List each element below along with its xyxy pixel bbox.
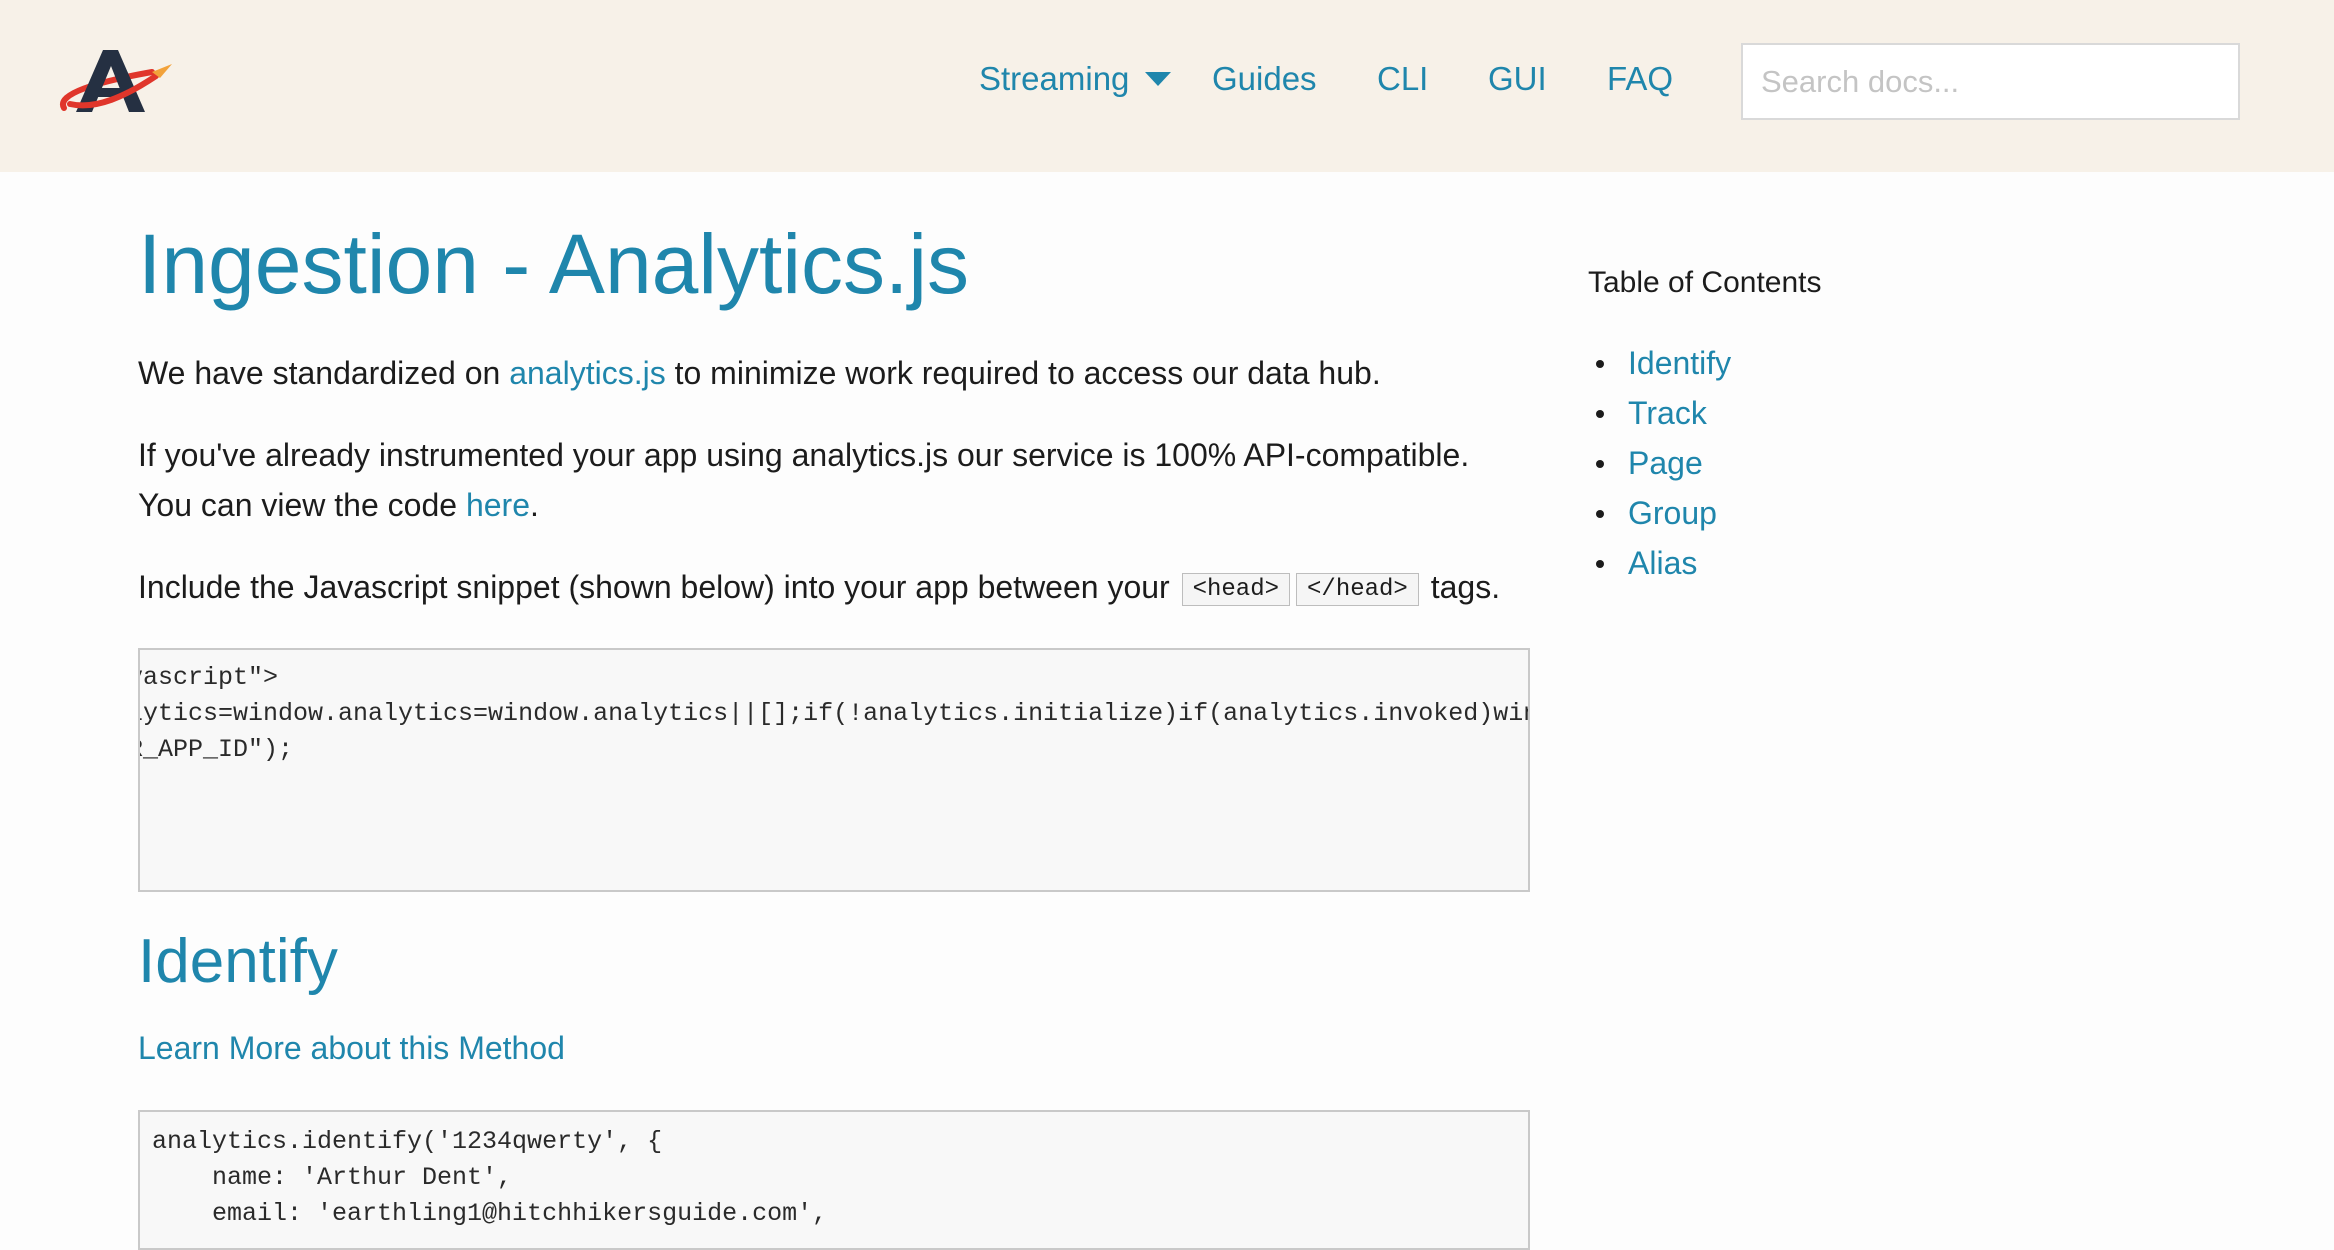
chevron-down-icon[interactable] bbox=[1145, 72, 1172, 87]
identify-code-block[interactable]: analytics.identify('1234qwerty', { name:… bbox=[138, 1110, 1530, 1250]
search-input[interactable] bbox=[1741, 43, 2240, 120]
bullet-icon bbox=[1596, 360, 1604, 368]
toc-list: Identify Track Page Group Alias bbox=[1588, 338, 1731, 588]
learn-more-link[interactable]: Learn More about this Method bbox=[138, 1026, 565, 1070]
nav-guides[interactable]: Guides bbox=[1212, 56, 1317, 102]
code-line: analytics.identify('1234qwerty', { bbox=[152, 1127, 663, 1156]
compat-text-before: You can view the code bbox=[138, 487, 466, 523]
table-of-contents: Table of Contents Identify Track Page Gr… bbox=[1588, 258, 2088, 581]
bullet-icon bbox=[1596, 460, 1604, 468]
toc-link-track[interactable]: Track bbox=[1628, 395, 1707, 431]
toc-link-group[interactable]: Group bbox=[1628, 495, 1717, 531]
identify-code: analytics.identify('1234qwerty', { name:… bbox=[140, 1112, 1528, 1232]
toc-link-identify[interactable]: Identify bbox=[1628, 345, 1731, 381]
include-paragraph: Include the Javascript snippet (shown be… bbox=[138, 562, 1500, 618]
toc-item-page: Page bbox=[1588, 438, 1731, 488]
toc-item-group: Group bbox=[1588, 488, 1731, 538]
logo-icon[interactable] bbox=[56, 46, 174, 116]
toc-link-page[interactable]: Page bbox=[1628, 445, 1703, 481]
code-line: lytics=window.analytics=window.analytics… bbox=[138, 699, 1530, 728]
intro-text-before: We have standardized on bbox=[138, 355, 510, 391]
intro-paragraph: We have standardized on analytics.js to … bbox=[138, 348, 1381, 398]
head-close-code: </head> bbox=[1296, 573, 1419, 606]
code-line: vascript"> bbox=[138, 663, 279, 692]
include-text-before: Include the Javascript snippet (shown be… bbox=[138, 569, 1179, 605]
include-text-after: tags. bbox=[1421, 569, 1501, 605]
toc-item-alias: Alias bbox=[1588, 538, 1731, 588]
view-code-link[interactable]: here bbox=[466, 487, 530, 523]
code-line: R_APP_ID"); bbox=[138, 735, 294, 764]
intro-text-after: to minimize work required to access our … bbox=[665, 355, 1381, 391]
site-header: Streaming Guides CLI GUI FAQ bbox=[0, 0, 2334, 172]
toc-title: Table of Contents bbox=[1588, 266, 1822, 299]
analytics-js-link[interactable]: analytics.js bbox=[509, 355, 666, 391]
compat-paragraph-line1: If you've already instrumented your app … bbox=[138, 437, 1470, 473]
code-line: email: 'earthling1@hitchhikersguide.com'… bbox=[152, 1199, 828, 1228]
toc-link-alias[interactable]: Alias bbox=[1628, 545, 1697, 581]
identify-heading: Identify bbox=[138, 927, 338, 996]
snippet-code: vascript"> lytics=window.analytics=window… bbox=[138, 650, 1530, 768]
nav-faq[interactable]: FAQ bbox=[1607, 56, 1673, 102]
head-open-code: <head> bbox=[1181, 573, 1291, 606]
nav-gui[interactable]: GUI bbox=[1488, 56, 1547, 102]
toc-item-track: Track bbox=[1588, 388, 1731, 438]
nav-streaming-label: Streaming bbox=[979, 60, 1130, 97]
toc-item-identify: Identify bbox=[1588, 338, 1731, 388]
nav-streaming[interactable]: Streaming bbox=[979, 56, 1172, 102]
snippet-code-block[interactable]: vascript"> lytics=window.analytics=window… bbox=[138, 648, 1530, 892]
compat-paragraph-line2: You can view the code here. bbox=[138, 480, 539, 530]
bullet-icon bbox=[1596, 410, 1604, 418]
compat-text-after: . bbox=[529, 487, 539, 523]
bullet-icon bbox=[1596, 510, 1604, 518]
page-title: Ingestion - Analytics.js bbox=[138, 217, 970, 311]
nav-cli[interactable]: CLI bbox=[1377, 56, 1428, 102]
code-line: name: 'Arthur Dent', bbox=[152, 1163, 513, 1192]
bullet-icon bbox=[1596, 560, 1604, 568]
